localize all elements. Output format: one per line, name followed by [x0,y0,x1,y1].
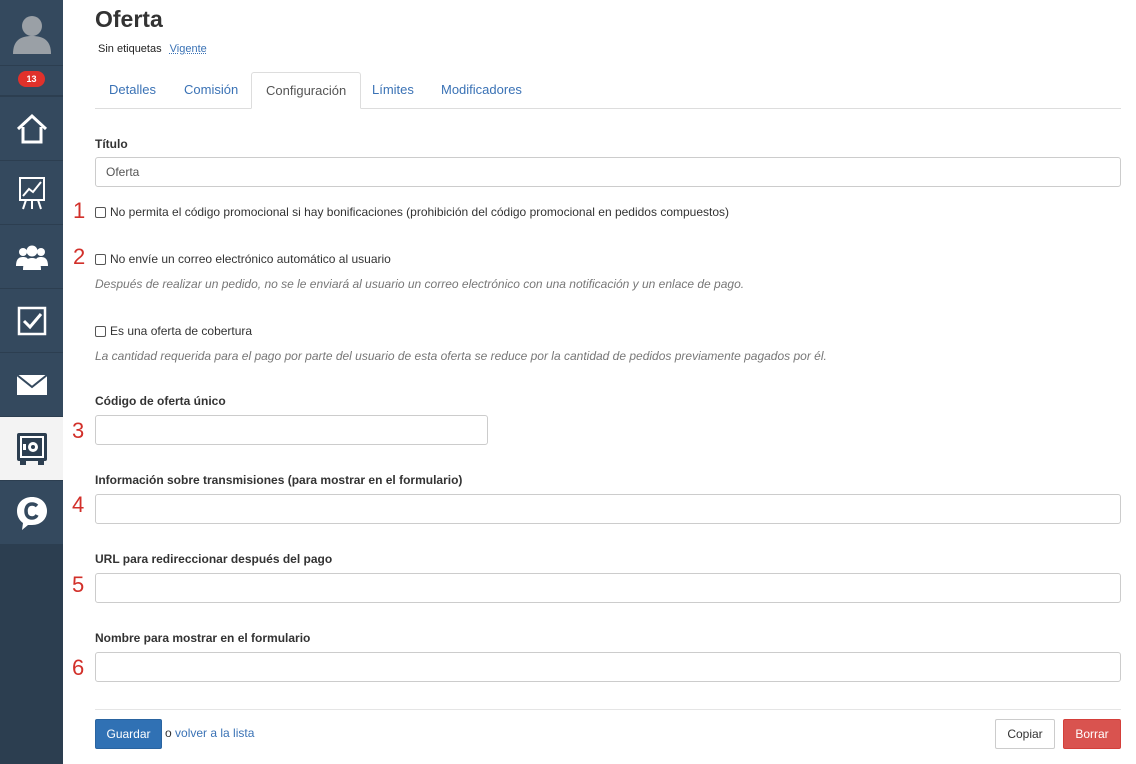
checkbox-row-promo: No permita el código promocional si hay … [95,205,729,219]
redirect-url-input[interactable] [95,573,1121,603]
promo-checkbox-label: No permita el código promocional si hay … [110,205,730,219]
tab-modificadores[interactable]: Modificadores [427,72,536,109]
user-avatar-icon [12,15,51,54]
users-icon [15,245,48,270]
sidebar-item-mail[interactable] [0,352,63,416]
no-email-checkbox[interactable] [95,253,106,265]
sidebar-item-tasks[interactable] [0,288,63,352]
sidebar-item-chat[interactable] [0,480,63,544]
tags-label: Sin etiquetas [98,43,162,55]
or-text: o [165,726,172,740]
back-to-list-link[interactable]: volver a la lista [175,726,254,740]
footer-divider [95,709,1121,710]
title-label: Título [95,137,128,151]
annotation-number: 2 [73,244,86,269]
chart-icon [18,176,45,209]
sidebar-item-users[interactable] [0,224,63,288]
coverage-checkbox-label: Es una oferta de cobertura [110,324,253,338]
checkbox-row-coverage: Es una oferta de cobertura [95,324,252,338]
annotation-number: 5 [72,572,85,597]
annotation-number: 3 [72,418,85,443]
tag-row: Sin etiquetas Vigente [98,43,207,55]
title-input[interactable] [95,157,1121,187]
status-link[interactable]: Vigente [170,43,207,55]
redirect-url-label: URL para redireccionar después del pago [95,552,333,566]
annotation-number: 1 [73,198,86,223]
mail-icon [15,373,48,395]
delete-button[interactable]: Borrar [1063,719,1121,749]
copy-button[interactable]: Copiar [995,719,1055,749]
display-name-label: Nombre para mostrar en el formulario [95,631,311,645]
tab-configuracion[interactable]: Configuración [251,72,362,109]
save-button[interactable]: Guardar [95,719,162,749]
checkbox-icon [17,306,46,335]
back-to-list: o volver a la lista [165,726,254,740]
tab-limites[interactable]: Límites [358,72,428,109]
promo-checkbox[interactable] [95,206,106,218]
coverage-checkbox[interactable] [95,325,106,337]
sidebar: 13 [0,0,63,764]
checkbox-row-email: No envíe un correo electrónico automátic… [95,252,391,266]
page-title: Oferta [95,6,163,32]
notifications-row[interactable]: 13 [0,65,63,95]
tab-detalles[interactable]: Detalles [95,72,170,109]
sidebar-item-offers[interactable] [0,416,63,480]
sidebar-item-home[interactable] [0,96,63,160]
display-name-input[interactable] [95,652,1121,682]
offer-code-label: Código de oferta único [95,394,226,408]
no-email-checkbox-label: No envíe un correo electrónico automátic… [110,252,391,266]
user-avatar[interactable] [0,0,63,65]
home-icon [16,113,47,143]
annotation-number: 4 [72,492,85,517]
no-email-help: Después de realizar un pedido, no se le … [95,277,745,291]
sidebar-item-stats[interactable] [0,160,63,224]
broadcast-info-label: Información sobre transmisiones (para mo… [95,473,463,487]
notification-badge: 13 [18,71,45,87]
tab-comision[interactable]: Comisión [170,72,252,109]
chat-c-icon [16,496,47,530]
annotation-number: 6 [72,655,85,680]
safe-icon [16,432,47,465]
tab-bar: Detalles Comisión Configuración Límites … [95,72,1121,109]
broadcast-info-input[interactable] [95,494,1121,524]
coverage-help: La cantidad requerida para el pago por p… [95,349,827,363]
offer-code-input[interactable] [95,415,488,445]
